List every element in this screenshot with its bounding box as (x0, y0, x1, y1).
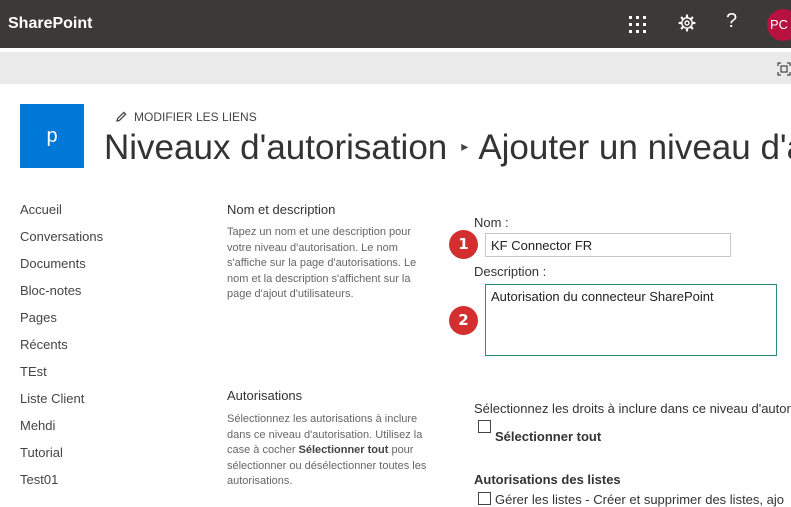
nav-item-test[interactable]: TEst (20, 363, 103, 390)
list-permissions-title: Autorisations des listes (474, 472, 621, 487)
edit-links-button[interactable]: MODIFIER LES LIENS (115, 110, 257, 124)
description-textarea[interactable]: Autorisation du connecteur SharePoint (485, 284, 777, 356)
ribbon-bar (0, 52, 791, 84)
nav-item-liste-client[interactable]: Liste Client (20, 390, 103, 417)
permissions-section-description: Sélectionnez les autorisations à inclure… (227, 413, 427, 487)
manage-lists-label[interactable]: Gérer les listes - Créer et supprimer de… (495, 492, 784, 507)
breadcrumb-separator-icon: ▸ (461, 138, 469, 154)
gear-icon[interactable] (677, 13, 697, 33)
nav-item-documents[interactable]: Documents (20, 255, 103, 282)
nav-item-mehdi[interactable]: Mehdi (20, 417, 103, 444)
name-label: Nom : (474, 215, 509, 230)
breadcrumb-current: Ajouter un niveau d'a (478, 128, 791, 167)
breadcrumb-parent[interactable]: Niveaux d'autorisation (104, 128, 447, 167)
select-all-checkbox[interactable] (478, 420, 491, 433)
edit-links-label: MODIFIER LES LIENS (134, 110, 257, 124)
focus-mode-icon[interactable] (777, 62, 791, 76)
nav-item-test01[interactable]: Test01 (20, 471, 103, 498)
step-badge-2: 2 (449, 306, 478, 335)
nav-item-bloc-notes[interactable]: Bloc-notes (20, 282, 103, 309)
left-navigation: Accueil Conversations Documents Bloc-not… (20, 201, 103, 498)
nav-item-tutorial[interactable]: Tutorial (20, 444, 103, 471)
permissions-intro-text: Sélectionnez les droits à inclure dans c… (474, 401, 791, 416)
name-section-description: Tapez un nom et une description pour vot… (227, 226, 417, 300)
select-all-label[interactable]: Sélectionner tout (495, 429, 601, 444)
site-logo[interactable]: p (20, 104, 84, 168)
nav-item-recents[interactable]: Récents (20, 336, 103, 363)
nav-item-pages[interactable]: Pages (20, 309, 103, 336)
description-label: Description : (474, 264, 547, 279)
page-title: Niveaux d'autorisation ▸ Ajouter un niveau… (104, 128, 791, 168)
manage-lists-checkbox[interactable] (478, 492, 491, 505)
pencil-icon (116, 111, 127, 122)
nav-item-accueil[interactable]: Accueil (20, 201, 103, 228)
permissions-section-title: Autorisations (227, 388, 303, 403)
help-icon[interactable]: ? (726, 10, 737, 33)
name-section-title: Nom et description (227, 202, 336, 217)
app-launcher-icon[interactable] (629, 16, 647, 34)
nav-item-conversations[interactable]: Conversations (20, 228, 103, 255)
avatar[interactable]: PC (767, 9, 791, 41)
name-input[interactable] (485, 233, 731, 257)
suite-bar: SharePoint ? PC (0, 0, 791, 48)
step-badge-1: 1 (449, 230, 478, 259)
brand-label[interactable]: SharePoint (8, 15, 92, 33)
